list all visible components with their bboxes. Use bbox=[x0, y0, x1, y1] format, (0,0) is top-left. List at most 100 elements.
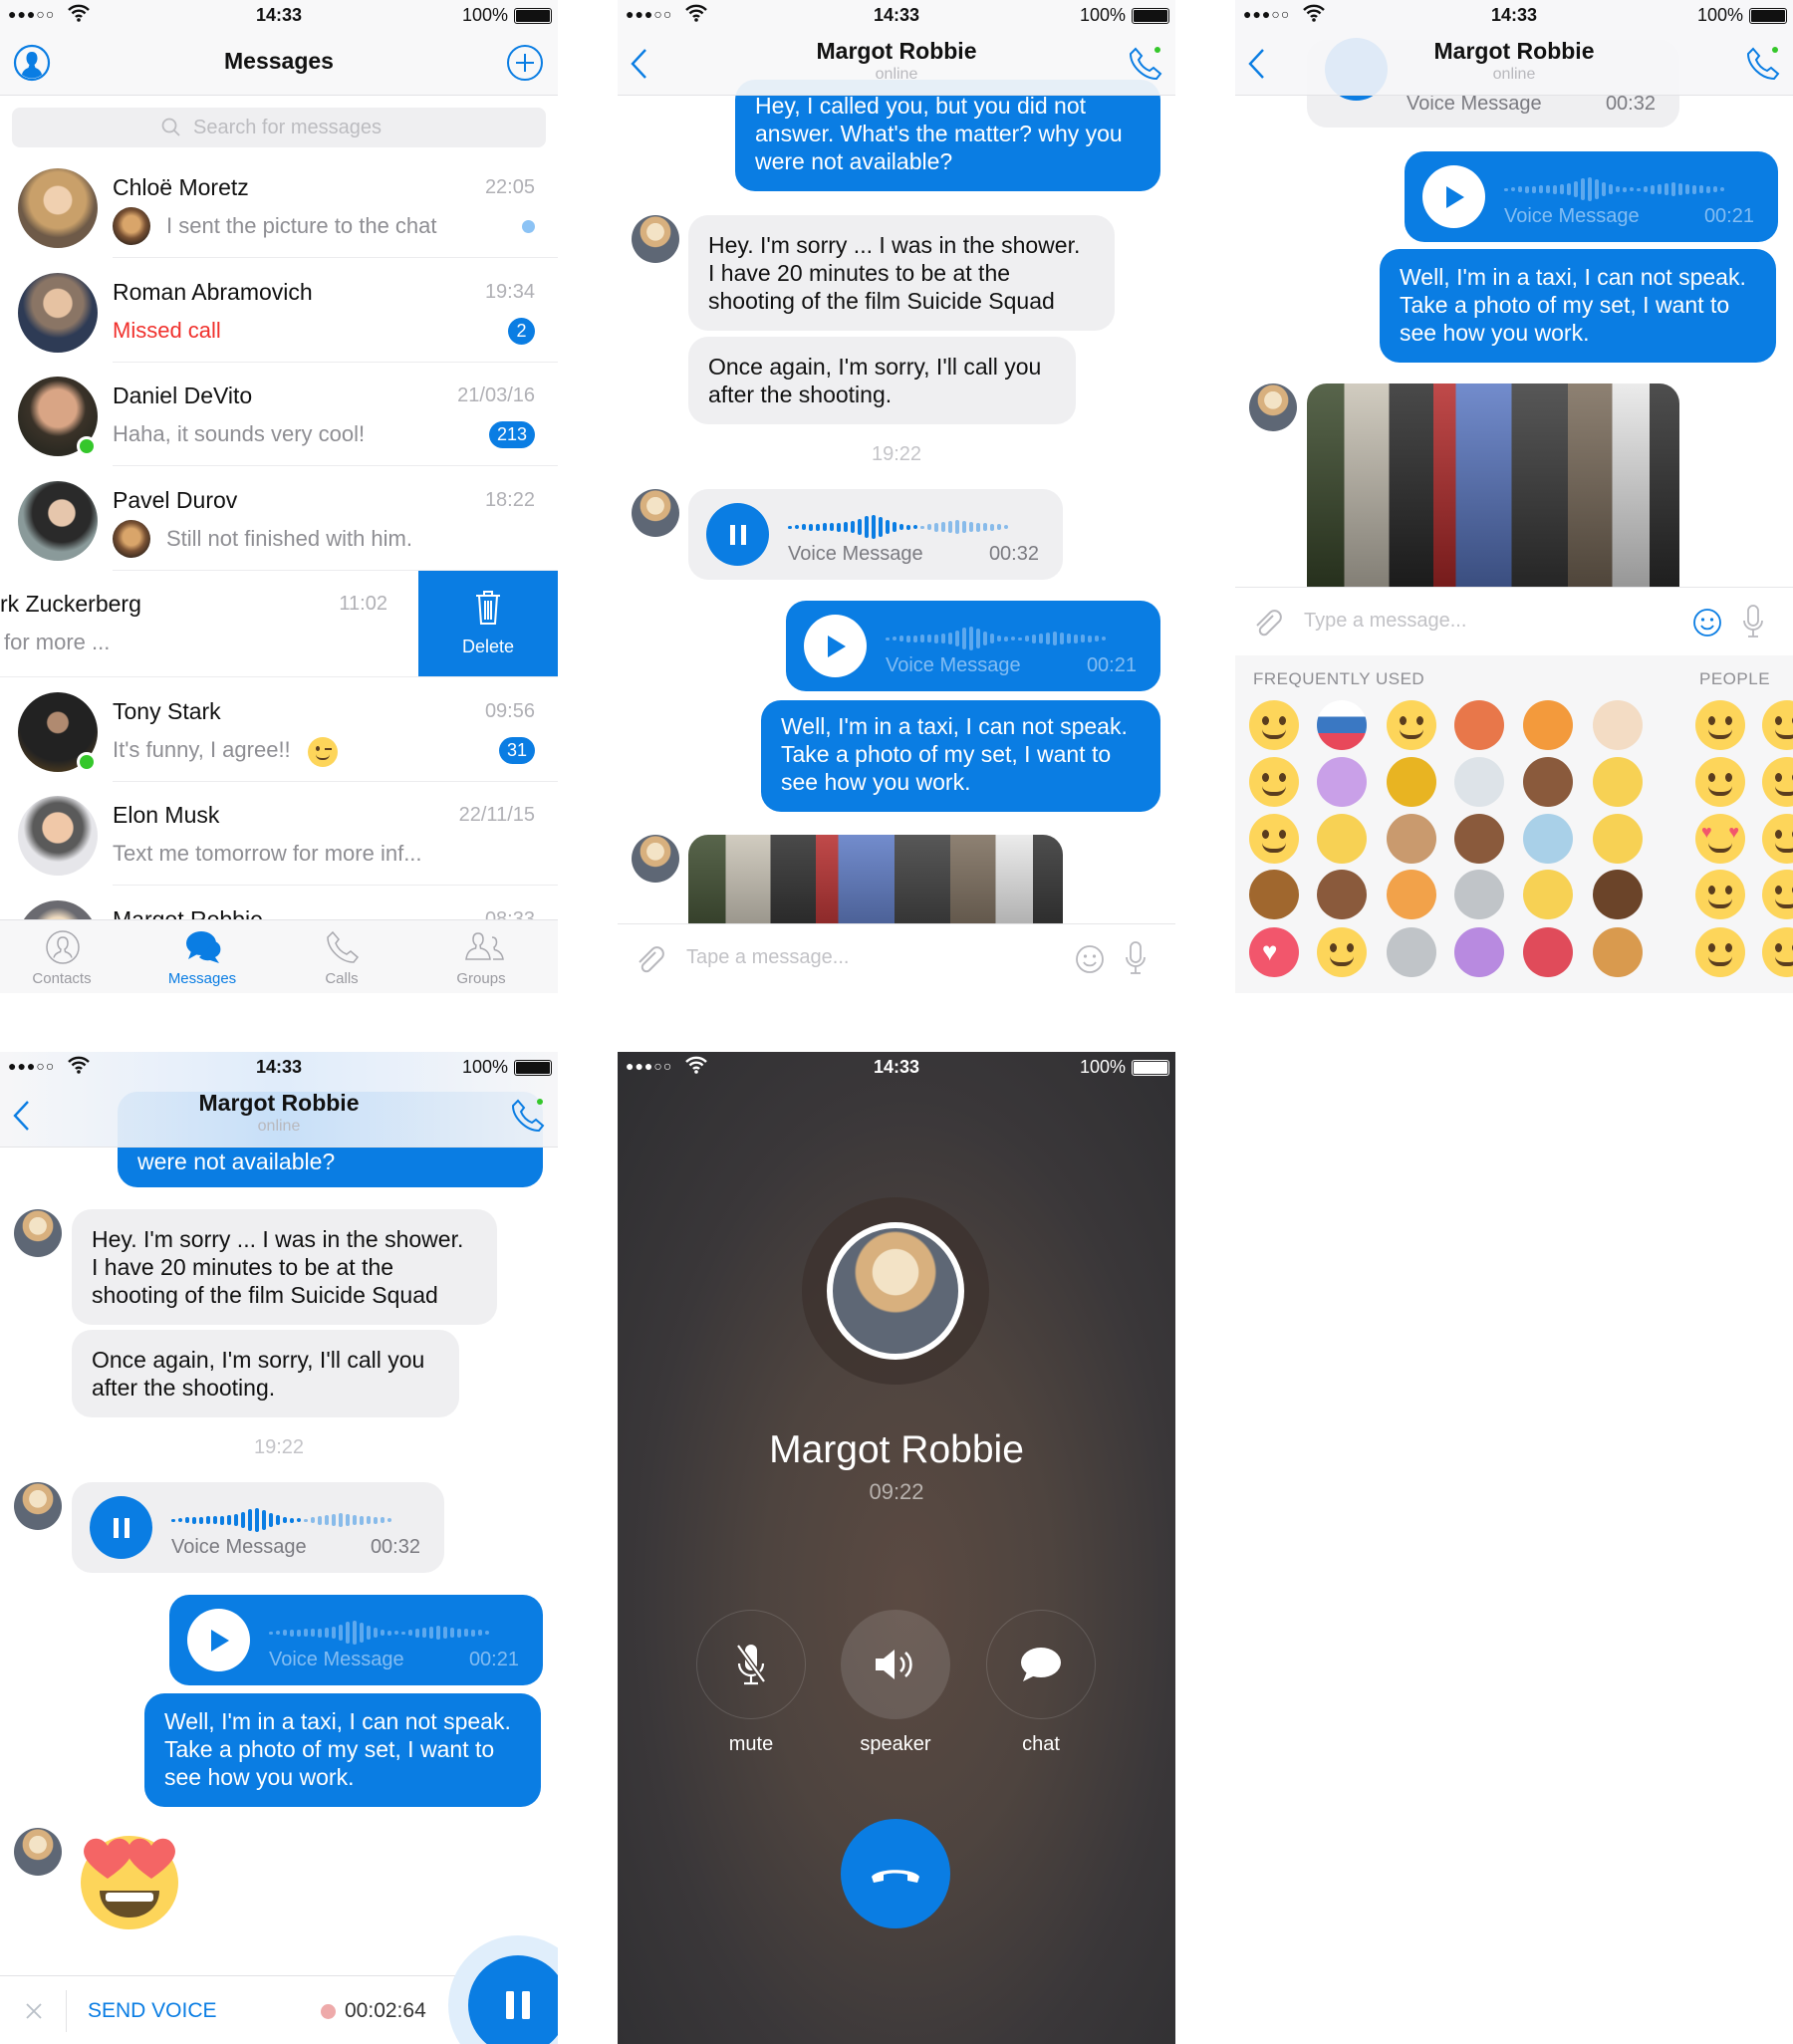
lion-emoji[interactable] bbox=[1249, 870, 1299, 919]
flexed-biceps-emoji[interactable] bbox=[1387, 814, 1436, 864]
couple-kiss-emoji[interactable] bbox=[1387, 870, 1436, 919]
message-input[interactable]: Tape a message... bbox=[686, 946, 849, 969]
voice-message-incoming: Voice Message 00:32 bbox=[72, 1482, 444, 1573]
online-indicator bbox=[77, 436, 97, 456]
middle-finger-emoji[interactable] bbox=[1317, 870, 1367, 919]
ear-emoji[interactable] bbox=[1593, 814, 1643, 864]
mute-label: mute bbox=[728, 1733, 774, 1755]
boy-emoji[interactable] bbox=[1593, 870, 1643, 919]
message-input[interactable]: Type a message... bbox=[1304, 610, 1466, 633]
smirking-face-emoji[interactable] bbox=[1695, 700, 1745, 750]
smiley-cat-emoji[interactable] bbox=[1387, 927, 1436, 977]
tongue-face-emoji[interactable] bbox=[1762, 927, 1793, 977]
delete-button[interactable]: Delete bbox=[418, 571, 558, 677]
speaker-button[interactable] bbox=[841, 1610, 950, 1719]
heart-eyes-face-emoji[interactable]: ♥ ♥ bbox=[1695, 814, 1745, 864]
conversation-row[interactable]: rk Zuckerberg 11:02 for more ... Delete bbox=[0, 571, 558, 677]
tab-calls[interactable]: Calls bbox=[282, 920, 401, 993]
timestamp: 19:22 bbox=[871, 443, 922, 465]
tab-groups[interactable]: Groups bbox=[421, 920, 541, 993]
microphone-icon[interactable] bbox=[1741, 604, 1765, 639]
voice-message-incoming: Voice Message 00:32 bbox=[688, 489, 1063, 580]
yum-face-emoji[interactable] bbox=[1317, 927, 1367, 977]
call-phone-icon[interactable] bbox=[1128, 44, 1163, 80]
yum-face-emoji[interactable] bbox=[1695, 927, 1745, 977]
emoji-smiley-icon[interactable] bbox=[1692, 608, 1722, 638]
play-button[interactable] bbox=[187, 1609, 250, 1671]
conversation-row[interactable]: Chloë Moretz 22:05 I sent the picture to … bbox=[0, 154, 558, 258]
waveform-bar bbox=[283, 1630, 287, 1636]
man-dancing-emoji[interactable] bbox=[1317, 757, 1367, 807]
search-input[interactable]: Search for messages bbox=[12, 108, 546, 147]
prince-emoji[interactable] bbox=[1593, 700, 1643, 750]
waveform[interactable] bbox=[886, 625, 1135, 652]
paperclip-icon[interactable] bbox=[634, 944, 665, 976]
call-phone-icon[interactable] bbox=[510, 1096, 546, 1132]
play-button[interactable] bbox=[1422, 165, 1485, 228]
pancakes-emoji[interactable] bbox=[1593, 927, 1643, 977]
pause-button[interactable] bbox=[706, 503, 769, 566]
waveform[interactable] bbox=[171, 1506, 420, 1534]
weary-cat-emoji[interactable] bbox=[1454, 870, 1504, 919]
waveform-bar bbox=[1713, 186, 1717, 192]
unamused-face-emoji[interactable] bbox=[1762, 757, 1793, 807]
microphone-icon[interactable] bbox=[1124, 940, 1148, 976]
waveform[interactable] bbox=[269, 1619, 518, 1647]
pause-icon bbox=[113, 1517, 129, 1538]
red-heart-emoji[interactable]: ♥ bbox=[1249, 927, 1299, 977]
blushing-face-emoji[interactable] bbox=[1762, 700, 1793, 750]
conversation-row[interactable]: Pavel Durov 18:22 Still not finished with… bbox=[0, 467, 558, 571]
kissing-face-emoji[interactable] bbox=[1387, 700, 1436, 750]
send-voice-button[interactable]: SEND VOICE bbox=[88, 1999, 217, 2023]
waveform[interactable] bbox=[788, 513, 1037, 541]
end-call-button[interactable] bbox=[841, 1819, 950, 1928]
maple-leaf-emoji[interactable] bbox=[1454, 700, 1504, 750]
oncoming-fist-emoji[interactable] bbox=[1523, 870, 1573, 919]
photo-message[interactable] bbox=[1307, 383, 1679, 587]
pile-of-poo-emoji[interactable] bbox=[1523, 757, 1573, 807]
tab-label: Messages bbox=[167, 970, 237, 987]
waveform-bar bbox=[1665, 183, 1668, 195]
emoji-smiley-icon[interactable] bbox=[1075, 944, 1105, 974]
waveform-bar bbox=[297, 1629, 301, 1637]
woman-raising-hand-emoji[interactable] bbox=[1454, 927, 1504, 977]
contact-avatar bbox=[632, 215, 679, 263]
conversation-row[interactable]: Elon Musk 22/11/15 Text me tomorrow for m… bbox=[0, 782, 558, 886]
cancel-x-icon[interactable] bbox=[24, 2001, 44, 2021]
emoji-keyboard: FREQUENTLY USED PEOPLE ♥ ♥ ♥ bbox=[1235, 655, 1793, 993]
contact-name: Elon Musk bbox=[113, 802, 220, 828]
pause-button[interactable] bbox=[90, 1496, 152, 1559]
tongue-wink-face-emoji[interactable] bbox=[1762, 814, 1793, 864]
panda-emoji[interactable] bbox=[1454, 757, 1504, 807]
victory-hand-emoji[interactable] bbox=[1454, 814, 1504, 864]
call-phone-icon[interactable] bbox=[1745, 44, 1781, 80]
conversation-row[interactable]: Tony Stark 09:56 It's funny, I agree!! 31 bbox=[0, 678, 558, 782]
conversation-row[interactable]: Roman Abramovich 19:34 Missed call 2 bbox=[0, 259, 558, 363]
conversation-row[interactable]: Daniel DeVito 21/03/16 Haha, it sounds ve… bbox=[0, 363, 558, 466]
baby-chick-emoji[interactable] bbox=[1593, 757, 1643, 807]
russia-flag-emoji[interactable] bbox=[1317, 700, 1367, 750]
mute-button[interactable] bbox=[696, 1610, 806, 1719]
tab-contacts[interactable]: Contacts bbox=[2, 920, 122, 993]
drum-emoji[interactable] bbox=[1523, 927, 1573, 977]
new-message-plus-icon[interactable] bbox=[506, 44, 544, 82]
tab-messages[interactable]: Messages bbox=[142, 920, 262, 993]
message-outgoing: Well, I'm in a taxi, I can not speak. Ta… bbox=[761, 700, 1160, 812]
zany-face-emoji[interactable] bbox=[1762, 870, 1793, 919]
laughing-face-emoji[interactable] bbox=[1249, 757, 1299, 807]
waveform-bar bbox=[394, 1631, 398, 1635]
chat-button[interactable] bbox=[986, 1610, 1096, 1719]
waveform[interactable] bbox=[1504, 175, 1753, 203]
contact-name: Roman Abramovich bbox=[113, 279, 313, 305]
sender-thumbnail bbox=[113, 520, 150, 558]
sunglasses-face-emoji[interactable] bbox=[1695, 757, 1745, 807]
trophy-emoji[interactable] bbox=[1387, 757, 1436, 807]
tropical-drink-emoji[interactable] bbox=[1523, 700, 1573, 750]
paperclip-icon[interactable] bbox=[1251, 608, 1283, 639]
relieved-face-emoji[interactable] bbox=[1695, 870, 1745, 919]
drooling-face-emoji[interactable] bbox=[1249, 814, 1299, 864]
winking-face-emoji[interactable] bbox=[1249, 700, 1299, 750]
credit-card-emoji[interactable] bbox=[1523, 814, 1573, 864]
play-button[interactable] bbox=[804, 615, 867, 677]
raising-hands-emoji[interactable] bbox=[1317, 814, 1367, 864]
